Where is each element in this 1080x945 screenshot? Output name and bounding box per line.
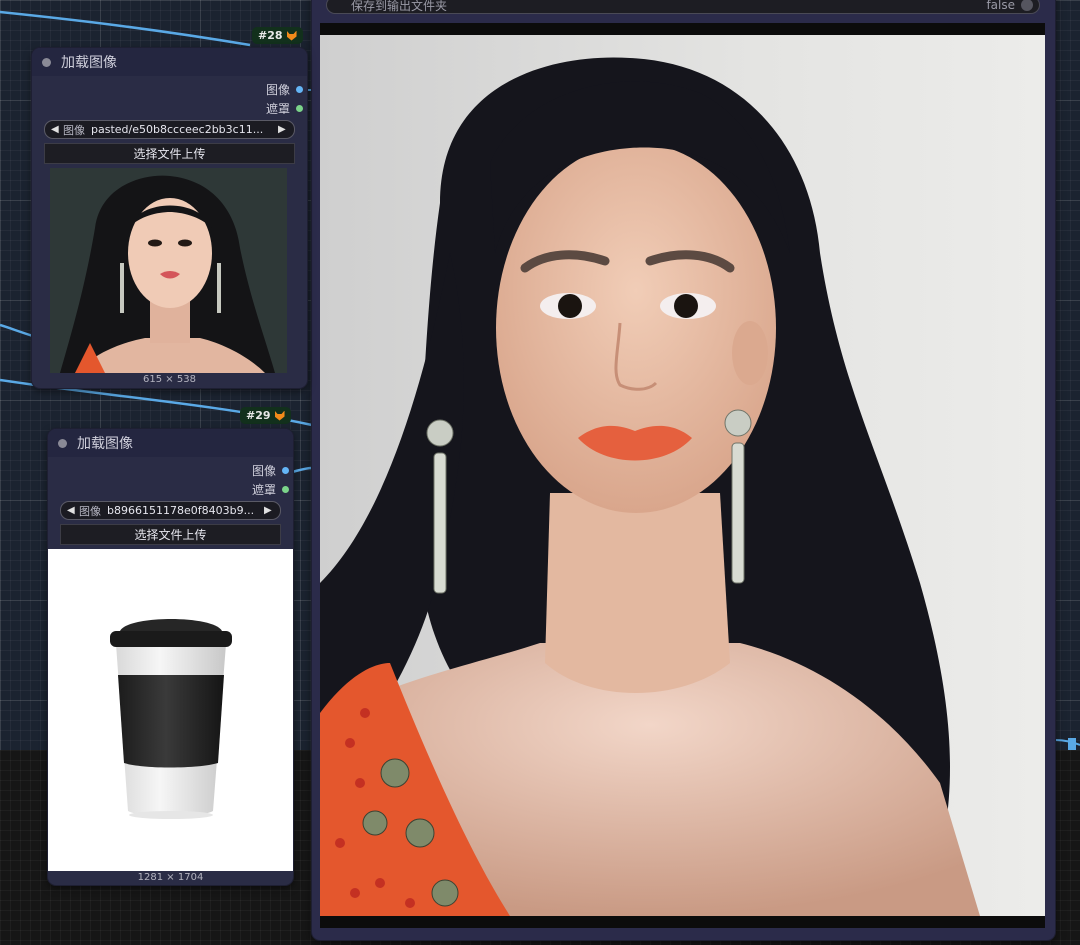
collapse-dot-icon[interactable] <box>58 438 67 448</box>
save-toggle-label: 保存到输出文件夹 <box>351 0 448 13</box>
output-label: 图像 <box>251 464 276 478</box>
output-image[interactable]: 图像 <box>48 461 293 480</box>
save-toggle-value: false <box>986 0 1015 12</box>
preview-image <box>320 23 1045 928</box>
output-mask[interactable]: 遮罩 <box>32 99 307 118</box>
output-mask[interactable]: 遮罩 <box>48 480 293 499</box>
output-image-slot-icon[interactable] <box>282 467 289 474</box>
image-size-label: 1281 × 1704 <box>137 872 204 883</box>
node-header[interactable]: 加载图像 <box>32 48 307 76</box>
output-label: 遮罩 <box>265 102 290 116</box>
node-id-text: #29 <box>246 409 271 422</box>
coffee-cup-thumbnail <box>48 549 293 871</box>
node-28-id-badge: #28 <box>252 27 303 44</box>
arrow-right-icon[interactable]: ▶ <box>278 124 288 135</box>
fox-icon <box>274 410 285 421</box>
collapse-dot-icon[interactable] <box>42 57 51 67</box>
output-mask-slot-icon[interactable] <box>296 105 303 112</box>
combo-value: b8966151178e0f8403b9... <box>107 504 255 517</box>
arrow-right-icon[interactable]: ▶ <box>264 505 274 516</box>
image-preview <box>48 549 293 871</box>
image-combo[interactable]: ◀ 图像 pasted/e50b8ccceec2bb3c11... ▶ <box>44 120 295 139</box>
image-preview <box>50 168 287 373</box>
combo-label: 图像 <box>63 123 85 137</box>
node-29-id-badge: #29 <box>240 407 291 424</box>
combo-label: 图像 <box>79 504 101 518</box>
link-reroute <box>1068 738 1076 750</box>
portrait-thumbnail <box>50 168 287 373</box>
link-b <box>0 323 34 338</box>
portrait-image <box>320 23 1045 928</box>
combo-value: pasted/e50b8ccceec2bb3c11... <box>91 123 264 136</box>
output-image[interactable]: 图像 <box>32 80 307 99</box>
arrow-left-icon[interactable]: ◀ <box>67 505 77 516</box>
upload-button[interactable]: 选择文件上传 <box>44 143 295 164</box>
node-title: 加载图像 <box>77 436 133 452</box>
output-image-slot-icon[interactable] <box>296 86 303 93</box>
output-mask-slot-icon[interactable] <box>282 486 289 493</box>
arrow-left-icon[interactable]: ◀ <box>51 124 61 135</box>
preview-image-node[interactable]: 保存到输出文件夹 false <box>312 0 1055 940</box>
link-d <box>291 466 313 474</box>
load-image-node-29[interactable]: 加载图像 图像 遮罩 ◀ 图像 b8966151178e0f8403b9... … <box>48 429 293 885</box>
save-to-output-toggle[interactable]: 保存到输出文件夹 false <box>326 0 1040 14</box>
link-a <box>0 10 251 47</box>
node-header[interactable]: 加载图像 <box>48 429 293 457</box>
upload-button[interactable]: 选择文件上传 <box>60 524 281 545</box>
output-label: 遮罩 <box>251 483 276 497</box>
image-combo[interactable]: ◀ 图像 b8966151178e0f8403b9... ▶ <box>60 501 281 520</box>
image-size-label: 615 × 538 <box>143 374 196 385</box>
output-label: 图像 <box>265 83 290 97</box>
toggle-knob[interactable] <box>1021 0 1033 11</box>
node-title: 加载图像 <box>61 55 117 71</box>
node-id-text: #28 <box>258 29 283 42</box>
fox-icon <box>286 30 297 41</box>
load-image-node-28[interactable]: 加载图像 图像 遮罩 ◀ 图像 pasted/e50b8ccceec2bb3c1… <box>32 48 307 388</box>
link-f <box>1054 739 1080 746</box>
